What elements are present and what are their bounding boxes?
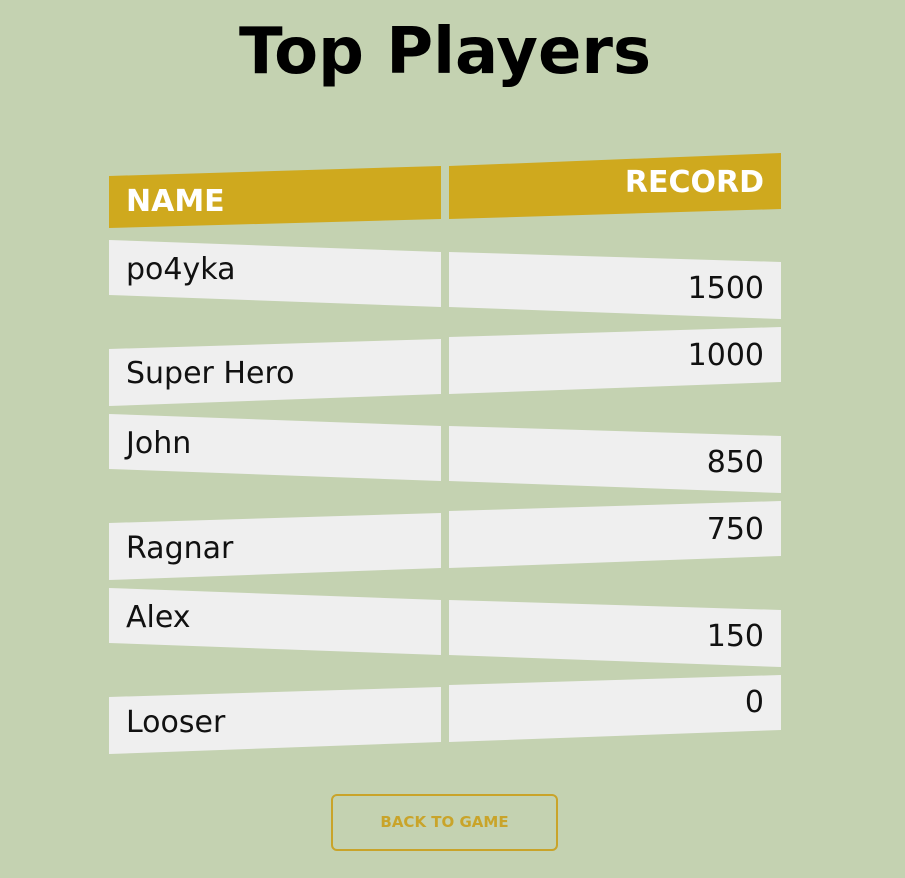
player-record-cell: 750	[449, 501, 781, 568]
column-header-name: NAME	[109, 166, 441, 228]
player-name-cell: Ragnar	[109, 513, 441, 580]
player-record: 0	[744, 685, 764, 720]
player-record-cell: 1500	[449, 252, 781, 319]
player-name-cell: John	[109, 414, 441, 481]
column-header-name-label: NAME	[126, 184, 225, 219]
player-record: 1000	[687, 338, 764, 373]
back-to-game-button[interactable]: BACK TO GAME	[331, 794, 558, 851]
player-record: 1500	[687, 271, 764, 306]
page-title: Top Players	[238, 15, 652, 89]
player-record: 150	[706, 619, 764, 654]
player-name: Ragnar	[126, 531, 234, 566]
player-name-cell: Alex	[109, 588, 441, 655]
player-name: John	[126, 426, 192, 461]
player-record-cell: 0	[449, 675, 781, 742]
player-record-cell: 850	[449, 426, 781, 493]
player-name-cell: Super Hero	[109, 339, 441, 406]
player-name: po4yka	[126, 252, 236, 287]
player-record-cell: 150	[449, 600, 781, 667]
column-header-record-label: RECORD	[624, 165, 764, 200]
player-name-cell: Looser	[109, 687, 441, 754]
player-record-cell: 1000	[449, 327, 781, 394]
column-header-record: RECORD	[449, 153, 781, 219]
player-name-cell: po4yka	[109, 240, 441, 307]
player-record: 850	[706, 445, 764, 480]
player-name: Looser	[126, 705, 226, 740]
player-record: 750	[706, 512, 764, 547]
player-name: Super Hero	[126, 356, 295, 391]
player-name: Alex	[126, 600, 191, 635]
